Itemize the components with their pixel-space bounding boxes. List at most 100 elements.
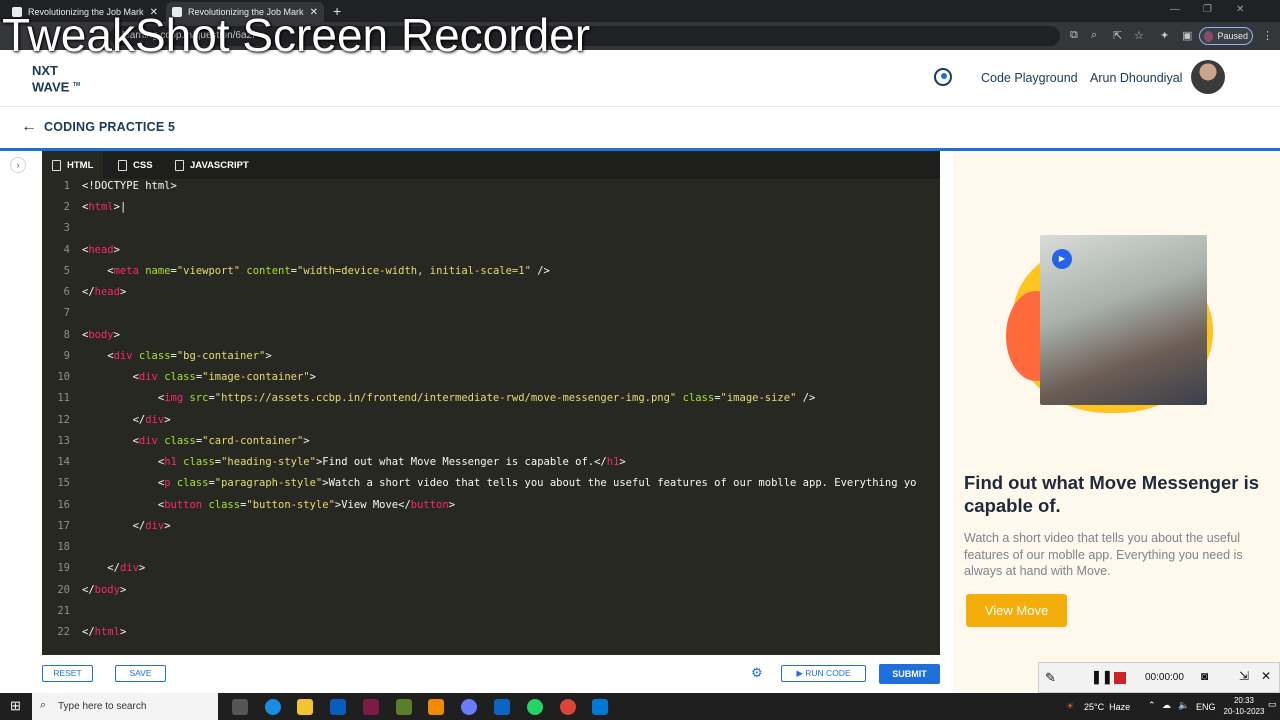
app-icon[interactable] [396, 699, 412, 715]
windows-start-icon[interactable]: ⊞ [10, 698, 21, 714]
messenger-image: ▶ [1040, 235, 1207, 405]
tab-html[interactable]: HTML [42, 151, 104, 179]
whatsapp-icon[interactable] [527, 699, 543, 715]
task-view-icon[interactable] [232, 699, 248, 715]
extensions-icon[interactable]: ✦ [1160, 29, 1169, 42]
preview-heading: Find out what Move Messenger is capable … [964, 472, 1260, 516]
sidepanel-icon[interactable]: ▣ [1182, 29, 1192, 42]
stop-icon[interactable] [1114, 672, 1126, 684]
close-icon[interactable]: ✕ [1261, 669, 1271, 683]
panel-resize-handle[interactable] [940, 151, 953, 691]
pause-icon[interactable]: ❚❚ [1091, 669, 1113, 685]
recording-timer: 00:00:00 [1145, 672, 1184, 683]
tab-label: CSS [133, 159, 153, 171]
search-icon: ⌕ [40, 699, 47, 711]
css3-icon [118, 159, 127, 171]
close-window-icon[interactable]: ✕ [1236, 4, 1244, 15]
code-line: </head> [82, 286, 127, 298]
editor-action-bar: RESET SAVE ⚙ ▶ RUN CODE SUBMIT [0, 655, 953, 691]
tab-css[interactable]: CSS [108, 151, 163, 179]
search-placeholder: Type here to search [58, 701, 147, 712]
expand-panel-icon[interactable]: › [10, 157, 26, 173]
bookmark-star-icon[interactable]: ☆ [1134, 29, 1144, 42]
screen-recorder-toolbar: ✎ ❚❚ 00:00:00 ◙ ⇲ ✕ [1038, 662, 1280, 693]
linkedin-icon[interactable] [494, 699, 510, 715]
code-line: </div> [82, 414, 171, 426]
logo-text: NXT WAVE [32, 63, 70, 95]
code-line: </div> [82, 520, 171, 532]
clock-date[interactable]: 20-10-2023 [1216, 707, 1272, 716]
code-line: <img src="https://assets.ccbp.in/fronten… [82, 392, 816, 404]
mail-icon[interactable] [592, 699, 608, 715]
network-icon[interactable]: ☁ [1162, 700, 1171, 711]
app-icon[interactable] [363, 699, 379, 715]
user-name[interactable]: Arun Dhoundiyal [1090, 71, 1182, 85]
maximize-icon[interactable]: ❐ [1203, 4, 1212, 15]
code-editor[interactable]: HTML CSS JAVASCRIPT 1 2 3 4 5 6 7 8 9 10… [42, 151, 940, 655]
code-line: <html>| [82, 201, 127, 213]
tab-javascript[interactable]: JAVASCRIPT [165, 151, 259, 179]
page-subheader: ← CODING PRACTICE 5 [0, 108, 1280, 148]
code-line: <h1 class="heading-style">Find out what … [82, 456, 626, 468]
share-icon[interactable]: ⇱ [1113, 29, 1122, 42]
code-line: <button class="button-style">View Move</… [82, 499, 456, 511]
avatar[interactable] [1191, 60, 1225, 94]
volume-icon[interactable]: 🔈 [1178, 700, 1189, 711]
notification-icon[interactable]: ▭ [1268, 699, 1277, 710]
code-line: <p class="paragraph-style">Watch a short… [82, 477, 917, 489]
weather-icon: ☀ [1066, 701, 1075, 711]
js-file-icon [175, 159, 184, 171]
zoom-icon[interactable]: ⌕ [1091, 29, 1097, 42]
clock-time[interactable]: 20:33 [1226, 696, 1262, 705]
code-playground-link[interactable]: Code Playground [981, 71, 1078, 85]
output-preview: ▶ Find out what Move Messenger is capabl… [953, 151, 1280, 691]
recorder-watermark: TweakShot Screen Recorder [2, 9, 591, 61]
edge-icon[interactable] [265, 699, 281, 715]
code-content[interactable]: <!DOCTYPE html> <html>| <head> <meta nam… [42, 179, 940, 655]
tab-label: HTML [67, 159, 94, 171]
pen-icon[interactable]: ✎ [1045, 670, 1056, 686]
code-line: <body> [82, 329, 120, 341]
minimize-icon[interactable]: — [1170, 4, 1180, 15]
code-line: </body> [82, 584, 127, 596]
gear-icon[interactable]: ⚙ [751, 665, 763, 681]
taskbar-search[interactable]: ⌕ Type here to search [32, 693, 218, 720]
weather-text[interactable]: 25°C Haze [1084, 702, 1130, 712]
preview-paragraph: Watch a short video that tells you about… [964, 531, 1243, 578]
code-line: <head> [82, 244, 120, 256]
code-line: <div class="card-container"> [82, 435, 310, 447]
profile-avatar [1204, 30, 1214, 42]
play-icon: ▶ [796, 668, 806, 678]
editor-tabs: HTML CSS JAVASCRIPT [42, 151, 940, 179]
minimize-recorder-icon[interactable]: ⇲ [1239, 669, 1249, 683]
file-explorer-icon[interactable] [297, 699, 313, 715]
code-line: <!DOCTYPE html> [82, 180, 177, 192]
submit-button[interactable]: SUBMIT [879, 664, 940, 684]
profile-status: Paused [1217, 31, 1248, 41]
html5-icon [52, 159, 61, 171]
vlc-icon[interactable] [428, 699, 444, 715]
play-icon[interactable]: ▶ [1052, 249, 1072, 269]
browser-menu-icon[interactable]: ⋮ [1262, 29, 1273, 42]
screenshot-icon[interactable]: ⧉ [1070, 29, 1078, 42]
nxtwave-logo[interactable]: NXT WAVE TM [32, 63, 92, 95]
chrome-icon[interactable] [560, 699, 576, 715]
language-indicator[interactable]: ENG [1196, 702, 1216, 712]
tab-label: JAVASCRIPT [190, 159, 249, 171]
store-icon[interactable] [330, 699, 346, 715]
timer-icon[interactable] [934, 68, 952, 86]
left-rail [0, 151, 42, 661]
back-arrow-icon[interactable]: ← [21, 118, 37, 136]
view-move-button[interactable]: View Move [966, 594, 1067, 627]
tray-chevron-icon[interactable]: ⌃ [1148, 700, 1156, 711]
profile-button[interactable]: Paused [1199, 27, 1253, 45]
logo-tm: TM [72, 82, 81, 88]
app-icon[interactable] [461, 699, 477, 715]
reset-button[interactable]: RESET [42, 665, 93, 682]
save-button[interactable]: SAVE [115, 665, 166, 682]
windows-taskbar: ⊞ ⌕ Type here to search ☀ 25°C Haze ⌃ ☁ … [0, 693, 1280, 720]
run-code-button[interactable]: ▶ RUN CODE [781, 665, 866, 682]
run-code-label: RUN CODE [805, 668, 851, 678]
camera-icon[interactable]: ◙ [1201, 669, 1208, 683]
code-line: </html> [82, 626, 127, 638]
